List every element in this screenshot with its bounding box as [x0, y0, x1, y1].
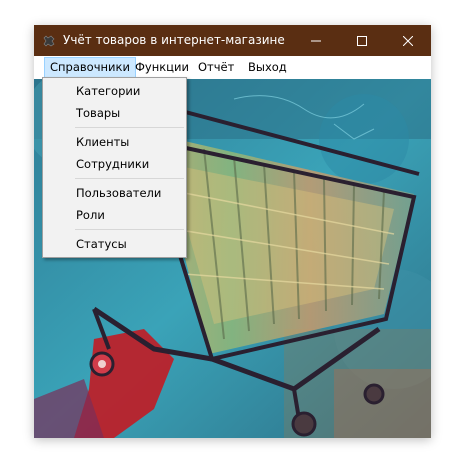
close-icon	[403, 35, 413, 46]
dropdown-item-roli[interactable]: Роли	[43, 204, 186, 226]
dropdown-separator	[75, 229, 184, 230]
menu-spravochniki[interactable]: Справочники	[44, 57, 136, 78]
dropdown-item-tovary[interactable]: Товары	[43, 102, 186, 124]
maximize-button[interactable]	[339, 25, 385, 56]
close-button[interactable]	[385, 25, 431, 56]
dropdown-separator	[75, 127, 184, 128]
dropdown-item-sotrudniki[interactable]: Сотрудники	[43, 153, 186, 175]
menu-vyhod[interactable]: Выход	[243, 58, 292, 77]
dropdown-item-kategorii[interactable]: Категории	[43, 80, 186, 102]
menu-otchet[interactable]: Отчёт	[193, 58, 239, 77]
maximize-icon	[357, 35, 367, 46]
spravochniki-dropdown: Категории Товары Клиенты Сотрудники Поль…	[42, 77, 187, 258]
minimize-button[interactable]	[293, 25, 339, 56]
app-icon	[43, 35, 55, 47]
main-window: Учёт товаров в интернет-магазине Справоч…	[34, 25, 431, 438]
dropdown-item-statusy[interactable]: Статусы	[43, 233, 186, 255]
title-bar[interactable]: Учёт товаров в интернет-магазине	[34, 25, 431, 56]
dropdown-separator	[75, 178, 184, 179]
menu-bar: Справочники Функции Отчёт Выход	[34, 56, 431, 79]
minimize-icon	[311, 40, 321, 41]
dropdown-item-polzovateli[interactable]: Пользователи	[43, 182, 186, 204]
window-title: Учёт товаров в интернет-магазине	[63, 33, 285, 47]
menu-funkcii[interactable]: Функции	[130, 58, 194, 77]
dropdown-item-klienty[interactable]: Клиенты	[43, 131, 186, 153]
